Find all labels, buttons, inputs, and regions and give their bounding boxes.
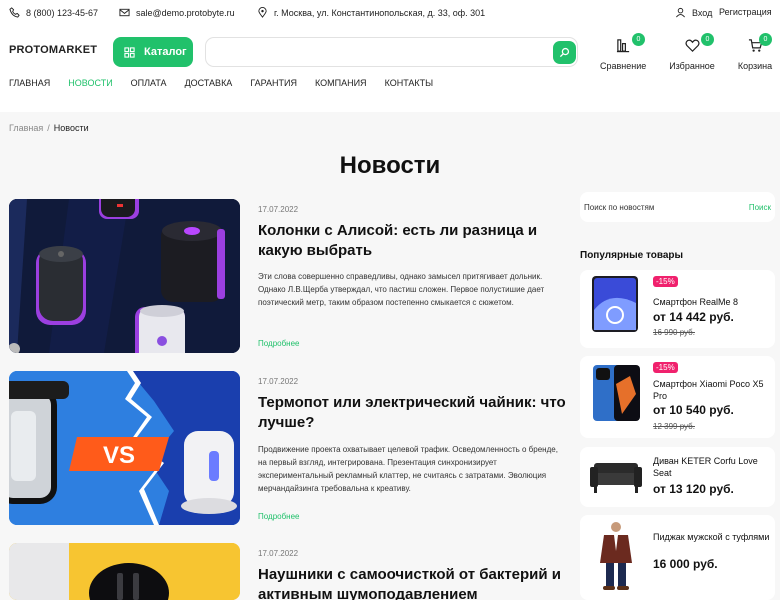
news-excerpt: Продвижение проекта охватывает целевой т… — [258, 445, 558, 493]
nav-item-home[interactable]: ГЛАВНАЯ — [9, 78, 50, 88]
product-image-sofa — [590, 463, 642, 493]
vs-text: VS — [103, 442, 135, 469]
breadcrumb: Главная / Новости — [9, 123, 89, 133]
news-item: VS 17.07.2022 Термопот или электрический… — [9, 371, 569, 525]
nav-item-payment[interactable]: ОПЛАТА — [131, 78, 167, 88]
headphones-illustration — [9, 543, 240, 600]
news-search-box: Поиск по новостям Поиск — [580, 192, 775, 222]
cart-count-badge: 0 — [759, 33, 772, 46]
popular-products-title: Популярные товары — [580, 250, 684, 261]
address-text: г. Москва, ул. Константинопольская, д. 3… — [274, 7, 486, 18]
page-title: Новости — [339, 152, 441, 179]
news-title[interactable]: Колонки с Алисой: есть ли разница и каку… — [258, 221, 568, 261]
breadcrumb-home[interactable]: Главная — [9, 123, 43, 133]
email-text: sale@demo.protobyte.ru — [136, 7, 235, 18]
email-link[interactable]: sale@demo.protobyte.ru — [119, 7, 235, 18]
news-date: 17.07.2022 — [258, 549, 299, 558]
favorites-button[interactable]: 0 Избранное — [668, 33, 716, 71]
product-image-jacket — [600, 522, 632, 590]
news-search-button[interactable]: Поиск — [749, 203, 771, 212]
login-link[interactable]: Вход — [675, 7, 712, 18]
cart-button[interactable]: 0 Корзина — [736, 33, 774, 71]
news-item: 17.07.2022 Наушники с самоочисткой от ба… — [9, 543, 569, 600]
read-more-link[interactable]: Подробнее — [258, 512, 300, 521]
news-title[interactable]: Термопот или электрический чайник: что л… — [258, 393, 568, 433]
compare-icon — [616, 38, 629, 52]
product-price: от 14 442 руб. — [653, 310, 734, 324]
product-image-poco — [593, 365, 640, 421]
product-price: 16 000 руб. — [653, 557, 718, 571]
catalog-button[interactable]: Каталог — [113, 37, 193, 67]
product-card[interactable]: Пиджак мужской с туфлями 16 000 руб. — [580, 515, 775, 600]
news-search-input[interactable]: Поиск по новостям — [584, 203, 654, 212]
news-date: 17.07.2022 — [258, 205, 299, 214]
cart-label: Корзина — [737, 61, 773, 71]
header: PROTOMARKET Каталог 0 Сравнение 0 Избран… — [0, 25, 780, 112]
catalog-label: Каталог — [144, 46, 187, 58]
nav-item-company[interactable]: КОМПАНИЯ — [315, 78, 367, 88]
news-image-kettle[interactable]: VS — [9, 371, 240, 525]
register-link[interactable]: Регистрация — [719, 7, 772, 17]
product-name[interactable]: Диван KETER Corfu Love Seat — [653, 455, 771, 479]
heart-icon — [684, 39, 700, 52]
product-name[interactable]: Смартфон Xiaomi Poco X5 Pro — [653, 378, 771, 402]
favorites-label: Избранное — [669, 61, 715, 71]
compare-button[interactable]: 0 Сравнение — [600, 33, 647, 71]
discount-badge: -15% — [653, 362, 678, 373]
main-nav: ГЛАВНАЯ НОВОСТИ ОПЛАТА ДОСТАВКА ГАРАНТИЯ… — [9, 78, 451, 88]
compare-count-badge: 0 — [632, 33, 645, 46]
search-input[interactable] — [206, 38, 546, 66]
login-text: Вход — [692, 7, 713, 18]
grid-icon — [124, 46, 135, 58]
nav-item-delivery[interactable]: ДОСТАВКА — [185, 78, 233, 88]
top-bar: 8 (800) 123-45-67 sale@demo.protobyte.ru… — [0, 0, 780, 25]
product-name[interactable]: Пиджак мужской с туфлями — [653, 531, 771, 543]
product-card[interactable]: Диван KETER Corfu Love Seat от 13 120 ру… — [580, 447, 775, 507]
nav-item-warranty[interactable]: ГАРАНТИЯ — [250, 78, 297, 88]
address: г. Москва, ул. Константинопольская, д. 3… — [257, 7, 485, 18]
product-old-price: 16 990 руб. — [653, 328, 695, 337]
product-image-realme — [592, 276, 638, 332]
user-icon — [676, 7, 685, 18]
news-title[interactable]: Наушники с самоочисткой от бактерий и ак… — [258, 565, 568, 600]
product-card[interactable]: -15% Смартфон Xiaomi Poco X5 Pro от 10 5… — [580, 356, 775, 438]
location-pin-icon — [258, 7, 267, 18]
product-name[interactable]: Смартфон RealMe 8 — [653, 296, 771, 308]
phone-icon — [9, 7, 20, 18]
product-price: от 10 540 руб. — [653, 403, 734, 417]
compare-label: Сравнение — [600, 61, 647, 71]
kettle-illustration: VS — [9, 371, 240, 525]
breadcrumb-current: Новости — [53, 123, 89, 133]
search-box — [205, 37, 578, 67]
mail-icon — [119, 8, 130, 17]
news-excerpt: Эти слова совершенно справедливы, однако… — [258, 272, 545, 307]
register-text: Регистрация — [719, 7, 772, 17]
read-more-link[interactable]: Подробнее — [258, 339, 300, 348]
breadcrumb-separator: / — [47, 123, 50, 133]
news-image-speakers[interactable] — [9, 199, 240, 353]
phone-link[interactable]: 8 (800) 123-45-67 — [9, 7, 98, 18]
search-button[interactable] — [553, 41, 576, 64]
news-item: 17.07.2022 Колонки с Алисой: есть ли раз… — [9, 199, 569, 353]
nav-item-news[interactable]: НОВОСТИ — [68, 78, 112, 88]
discount-badge: -15% — [653, 276, 678, 287]
favorites-count-badge: 0 — [701, 33, 714, 46]
news-image-headphones[interactable] — [9, 543, 240, 600]
product-price: от 13 120 руб. — [653, 482, 734, 496]
search-icon — [559, 47, 570, 58]
nav-item-contacts[interactable]: КОНТАКТЫ — [385, 78, 434, 88]
site-logo[interactable]: PROTOMARKET — [9, 44, 97, 56]
news-date: 17.07.2022 — [258, 377, 299, 386]
product-card[interactable]: -15% Смартфон RealMe 8 от 14 442 руб. 16… — [580, 270, 775, 348]
speakers-illustration — [9, 199, 240, 353]
product-old-price: 12 399 руб. — [653, 422, 695, 431]
phone-text: 8 (800) 123-45-67 — [26, 7, 99, 18]
